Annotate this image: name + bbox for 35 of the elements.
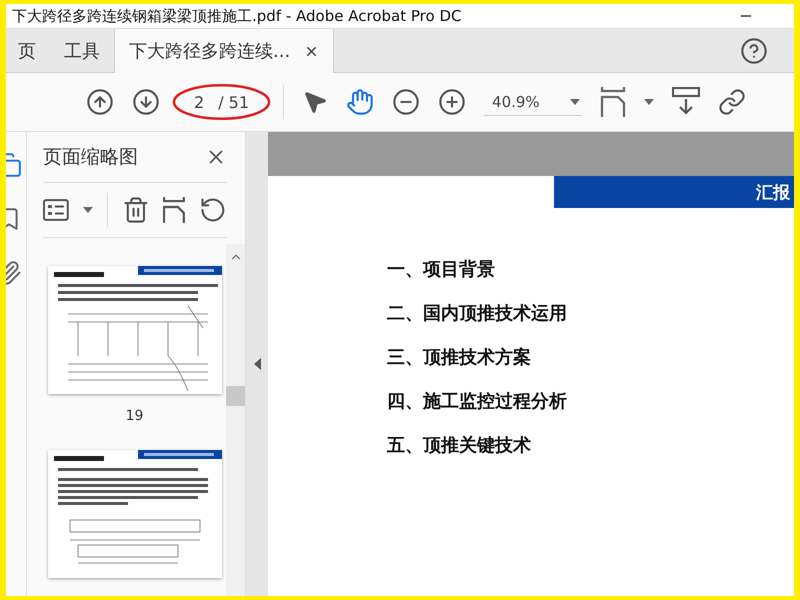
thumbnail-options-icon[interactable] — [43, 199, 69, 221]
caret-icon[interactable] — [570, 98, 580, 104]
page-fit-icon[interactable] — [600, 87, 626, 117]
page-label: 19 — [126, 408, 144, 424]
panel-title: 页面缩略图 — [43, 145, 138, 170]
caret-icon[interactable] — [82, 207, 93, 213]
outline-item: 五、顶推关键技术 — [387, 434, 532, 458]
rotate-icon[interactable] — [199, 196, 227, 224]
outline-item: 一、项目背景 — [387, 258, 496, 282]
outline-item: 三、顶推技术方案 — [387, 346, 532, 370]
help-icon[interactable] — [740, 36, 768, 64]
expand-panel-icon[interactable] — [254, 358, 260, 370]
zoom-in-icon[interactable] — [438, 88, 466, 116]
hand-icon[interactable] — [346, 88, 374, 116]
tab[interactable]: 下大跨径多跨连续... — [114, 29, 334, 73]
caret-icon[interactable] — [644, 99, 654, 105]
page-thumbnail[interactable] — [48, 266, 222, 394]
outline-item: 四、施工监控过程分析 — [387, 390, 568, 414]
trash-icon[interactable] — [122, 196, 150, 224]
next-page-icon[interactable] — [132, 88, 160, 116]
zoom-dropdown[interactable]: 40.9% — [484, 88, 582, 116]
window-title: 下大跨径多跨连续钢箱梁梁顶推施工.pdf - Adobe Acrobat Pro DC — [12, 6, 462, 26]
tab[interactable]: 页 — [6, 29, 50, 72]
page-insert-icon[interactable] — [163, 197, 186, 223]
tab[interactable]: 工具 — [50, 29, 114, 72]
link-icon[interactable] — [718, 88, 746, 116]
outline-item: 二、国内顶推技术运用 — [387, 302, 568, 326]
page-count: / 51 — [218, 92, 250, 112]
scrollbar-thumb[interactable] — [226, 386, 245, 406]
zoom-out-icon[interactable] — [392, 88, 420, 116]
slide-header-text: 汇报 — [756, 182, 790, 204]
previous-page-icon[interactable] — [86, 88, 114, 116]
page-thumbnail[interactable] — [48, 450, 222, 578]
scroll-mode-icon[interactable] — [672, 87, 700, 117]
page-number-field[interactable]: 2 — [194, 92, 204, 112]
